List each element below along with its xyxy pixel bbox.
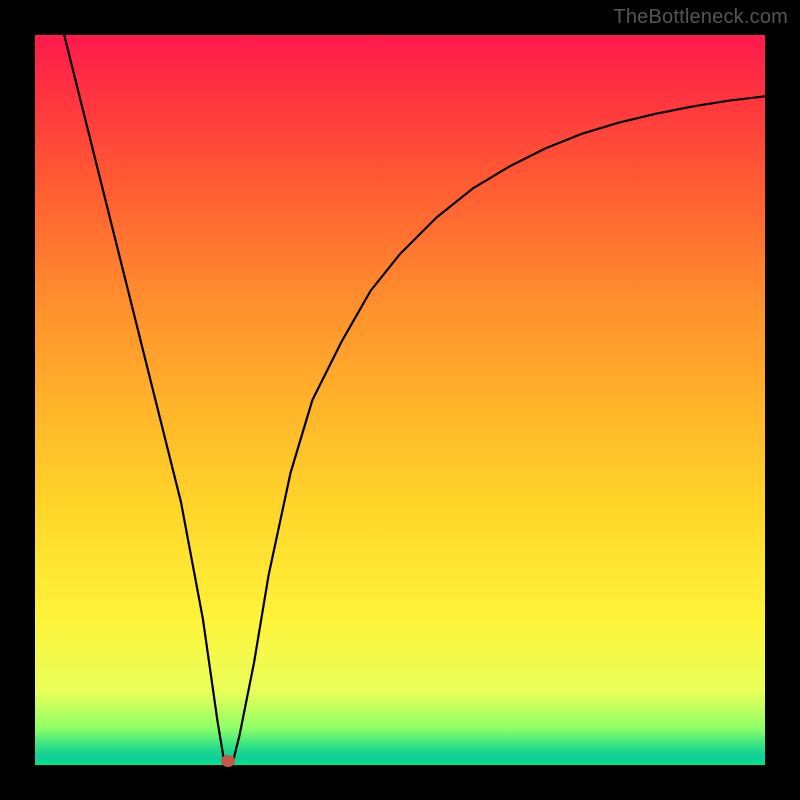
plot-area [35,35,765,765]
min-point-marker [221,755,235,767]
bottleneck-curve-line [64,35,765,765]
bottleneck-chart: TheBottleneck.com [0,0,800,800]
curve-layer [35,35,765,765]
watermark-text: TheBottleneck.com [613,6,788,29]
